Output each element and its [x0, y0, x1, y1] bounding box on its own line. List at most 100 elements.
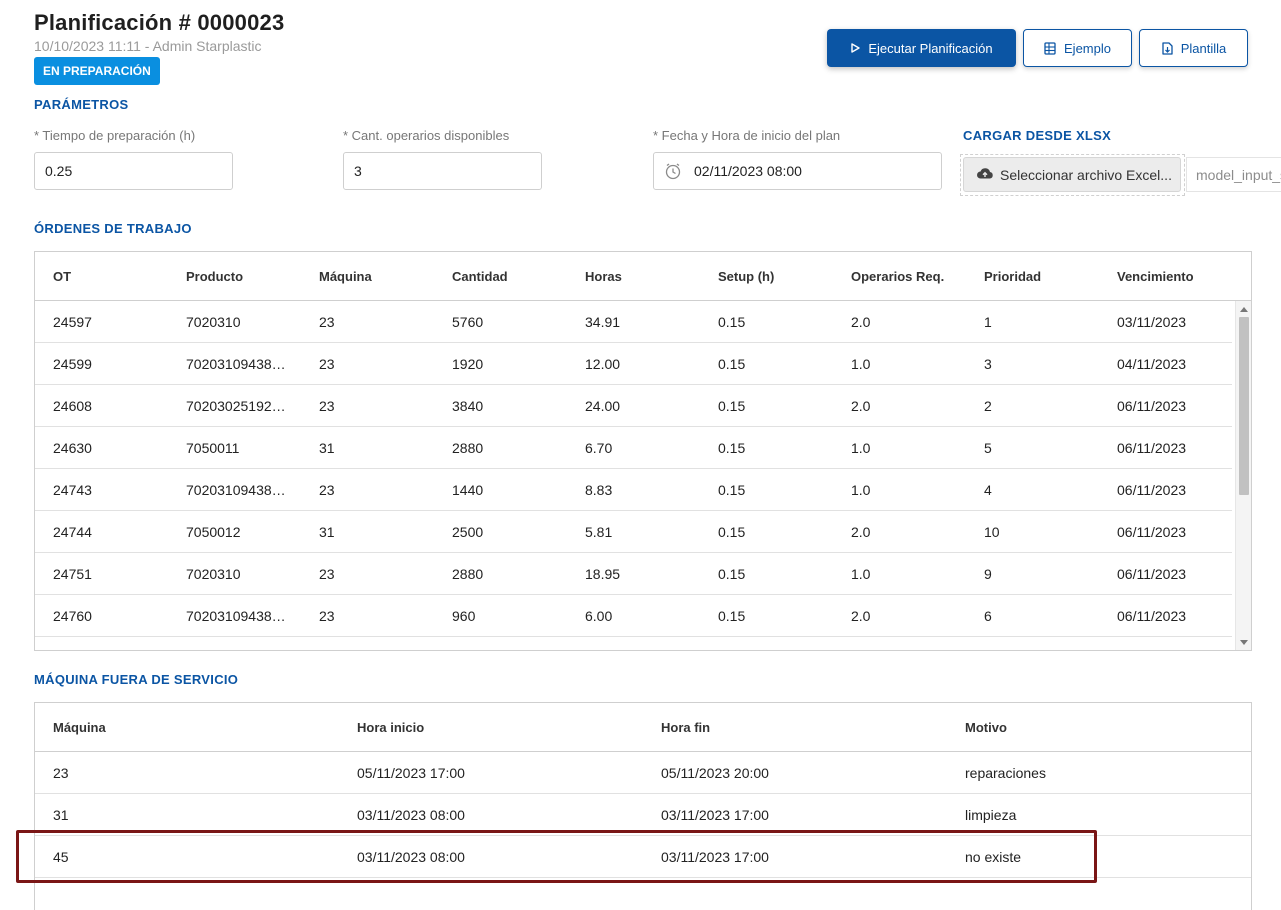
highlight-annotation — [16, 830, 1097, 883]
play-icon — [850, 43, 861, 53]
table-cell: 06/11/2023 — [1117, 398, 1187, 414]
table-cell: 2500 — [452, 524, 484, 540]
setup-time-label: * Tiempo de preparación (h) — [34, 128, 196, 143]
out-of-service-table-header: Máquina Hora inicio Hora fin Motivo — [35, 703, 1251, 752]
table-cell: 24744 — [53, 524, 92, 540]
table-row[interactable]: 24751 7020310 23 2880 18.95 0.15 1.0 9 06/11/202… — [35, 553, 1232, 595]
table-cell: 05/11/2023 20:00 — [661, 765, 769, 781]
table-row[interactable]: 24760 70203109438… 23 960 6.00 0.15 2.0 6 06/11/… — [35, 595, 1232, 637]
operators-input[interactable]: 3 — [343, 152, 542, 190]
orders-table-header: OT Producto Máquina Cantidad Horas Setup (h) O… — [35, 252, 1251, 301]
table-cell: 24599 — [53, 356, 92, 372]
scroll-up-arrow-icon[interactable] — [1240, 307, 1248, 312]
column-header: Producto — [186, 269, 244, 284]
table-cell: 0.15 — [718, 566, 746, 582]
start-datetime-value: 02/11/2023 08:00 — [694, 163, 802, 179]
table-cell: 1.0 — [851, 440, 871, 456]
table-row[interactable]: 23 05/11/2023 17:00 05/11/2023 20:00 repara… — [35, 752, 1251, 794]
spreadsheet-icon — [1044, 41, 1056, 55]
section-title-orders: ÓRDENES DE TRABAJO — [34, 221, 192, 236]
table-cell: 0.15 — [718, 482, 746, 498]
table-cell: 70203109438… — [186, 608, 286, 624]
table-cell: 06/11/2023 — [1117, 608, 1187, 624]
table-cell: 0.15 — [718, 356, 746, 372]
table-cell: 3840 — [452, 398, 484, 414]
table-cell: 2 — [984, 398, 992, 414]
table-cell: 34.91 — [585, 314, 621, 330]
table-cell: 2.0 — [851, 398, 871, 414]
table-cell: 24751 — [53, 566, 92, 582]
table-row[interactable]: 24597 7020310 23 5760 34.91 0.15 2.0 1 03/11/202… — [35, 301, 1232, 343]
table-cell: 23 — [319, 356, 335, 372]
table-cell: 70203109438… — [186, 356, 286, 372]
table-cell: 2880 — [452, 440, 484, 456]
table-row[interactable]: 24744 7050012 31 2500 5.81 0.15 2.0 10 06/11/202… — [35, 511, 1232, 553]
column-header: Horas — [585, 269, 622, 284]
table-cell: 23 — [319, 482, 335, 498]
scroll-down-arrow-icon[interactable] — [1240, 640, 1248, 645]
table-cell: 06/11/2023 — [1117, 566, 1187, 582]
scroll-thumb[interactable] — [1239, 317, 1249, 495]
column-header: Motivo — [965, 720, 1007, 735]
table-cell: 6 — [984, 608, 992, 624]
table-cell: 23 — [319, 314, 335, 330]
start-datetime-input[interactable]: 02/11/2023 08:00 — [653, 152, 942, 190]
operators-label: * Cant. operarios disponibles — [343, 128, 510, 143]
table-cell: 7050012 — [186, 524, 241, 540]
table-cell: 0.15 — [718, 608, 746, 624]
table-cell: 6.00 — [585, 608, 613, 624]
table-cell: 1920 — [452, 356, 484, 372]
example-button[interactable]: Ejemplo — [1023, 29, 1132, 67]
table-cell: 4 — [984, 482, 992, 498]
start-datetime-label: * Fecha y Hora de inicio del plan — [653, 128, 841, 143]
column-header: Setup (h) — [718, 269, 775, 284]
template-button[interactable]: Plantilla — [1139, 29, 1248, 67]
table-cell: 31 — [319, 524, 335, 540]
column-header: Cantidad — [452, 269, 508, 284]
table-cell: 9 — [984, 566, 992, 582]
download-file-icon — [1161, 41, 1173, 55]
table-cell: 24743 — [53, 482, 92, 498]
status-badge: EN PREPARACIÓN — [34, 57, 160, 85]
table-row[interactable]: 24743 70203109438… 23 1440 8.83 0.15 1.0 4 06/11… — [35, 469, 1232, 511]
table-cell: 5.81 — [585, 524, 613, 540]
table-cell: 12.00 — [585, 356, 621, 372]
table-row[interactable]: 24630 7050011 31 2880 6.70 0.15 1.0 5 06/11/2023 — [35, 427, 1232, 469]
table-cell: 24608 — [53, 398, 92, 414]
setup-time-input[interactable]: 0.25 — [34, 152, 233, 190]
table-cell: 70203109438… — [186, 482, 286, 498]
table-cell: 05/11/2023 17:00 — [357, 765, 465, 781]
run-planning-button[interactable]: Ejecutar Planificación — [827, 29, 1016, 67]
table-cell: 2.0 — [851, 608, 871, 624]
table-cell: 1.0 — [851, 356, 871, 372]
table-cell: 24630 — [53, 440, 92, 456]
clock-icon — [664, 162, 682, 180]
table-cell: 23 — [319, 608, 335, 624]
table-cell: 70203025192… — [186, 398, 286, 414]
table-cell: 06/11/2023 — [1117, 482, 1187, 498]
section-title-upload: CARGAR DESDE XLSX — [963, 128, 1112, 143]
table-cell: 960 — [452, 608, 476, 624]
select-excel-button[interactable]: Seleccionar archivo Excel... — [963, 157, 1181, 192]
select-excel-label: Seleccionar archivo Excel... — [1000, 166, 1172, 183]
column-header: Vencimiento — [1117, 269, 1194, 284]
table-cell: 1440 — [452, 482, 484, 498]
table-cell: 0.15 — [718, 314, 746, 330]
section-title-params: PARÁMETROS — [34, 97, 129, 112]
table-row[interactable]: 24599 70203109438… 23 1920 12.00 0.15 1.0 3 04/1… — [35, 343, 1232, 385]
cloud-upload-icon — [976, 166, 994, 183]
table-cell: 23 — [53, 765, 69, 781]
column-header: Máquina — [53, 720, 106, 735]
table-cell: reparaciones — [965, 765, 1046, 781]
page-title: Planificación # 0000023 — [34, 10, 285, 35]
table-cell: 04/11/2023 — [1117, 356, 1187, 372]
column-header: Hora inicio — [357, 720, 425, 735]
orders-scrollbar[interactable] — [1235, 301, 1251, 650]
column-header: Operarios Req. — [851, 269, 945, 284]
page-subtitle: 10/10/2023 11:11 - Admin Starplastic — [34, 38, 262, 54]
table-cell: 7020310 — [186, 314, 241, 330]
table-cell: 24760 — [53, 608, 92, 624]
table-cell: 7020310 — [186, 566, 241, 582]
table-row[interactable]: 24608 70203025192… 23 3840 24.00 0.15 2.0 2 06/1… — [35, 385, 1232, 427]
table-cell: 24597 — [53, 314, 92, 330]
